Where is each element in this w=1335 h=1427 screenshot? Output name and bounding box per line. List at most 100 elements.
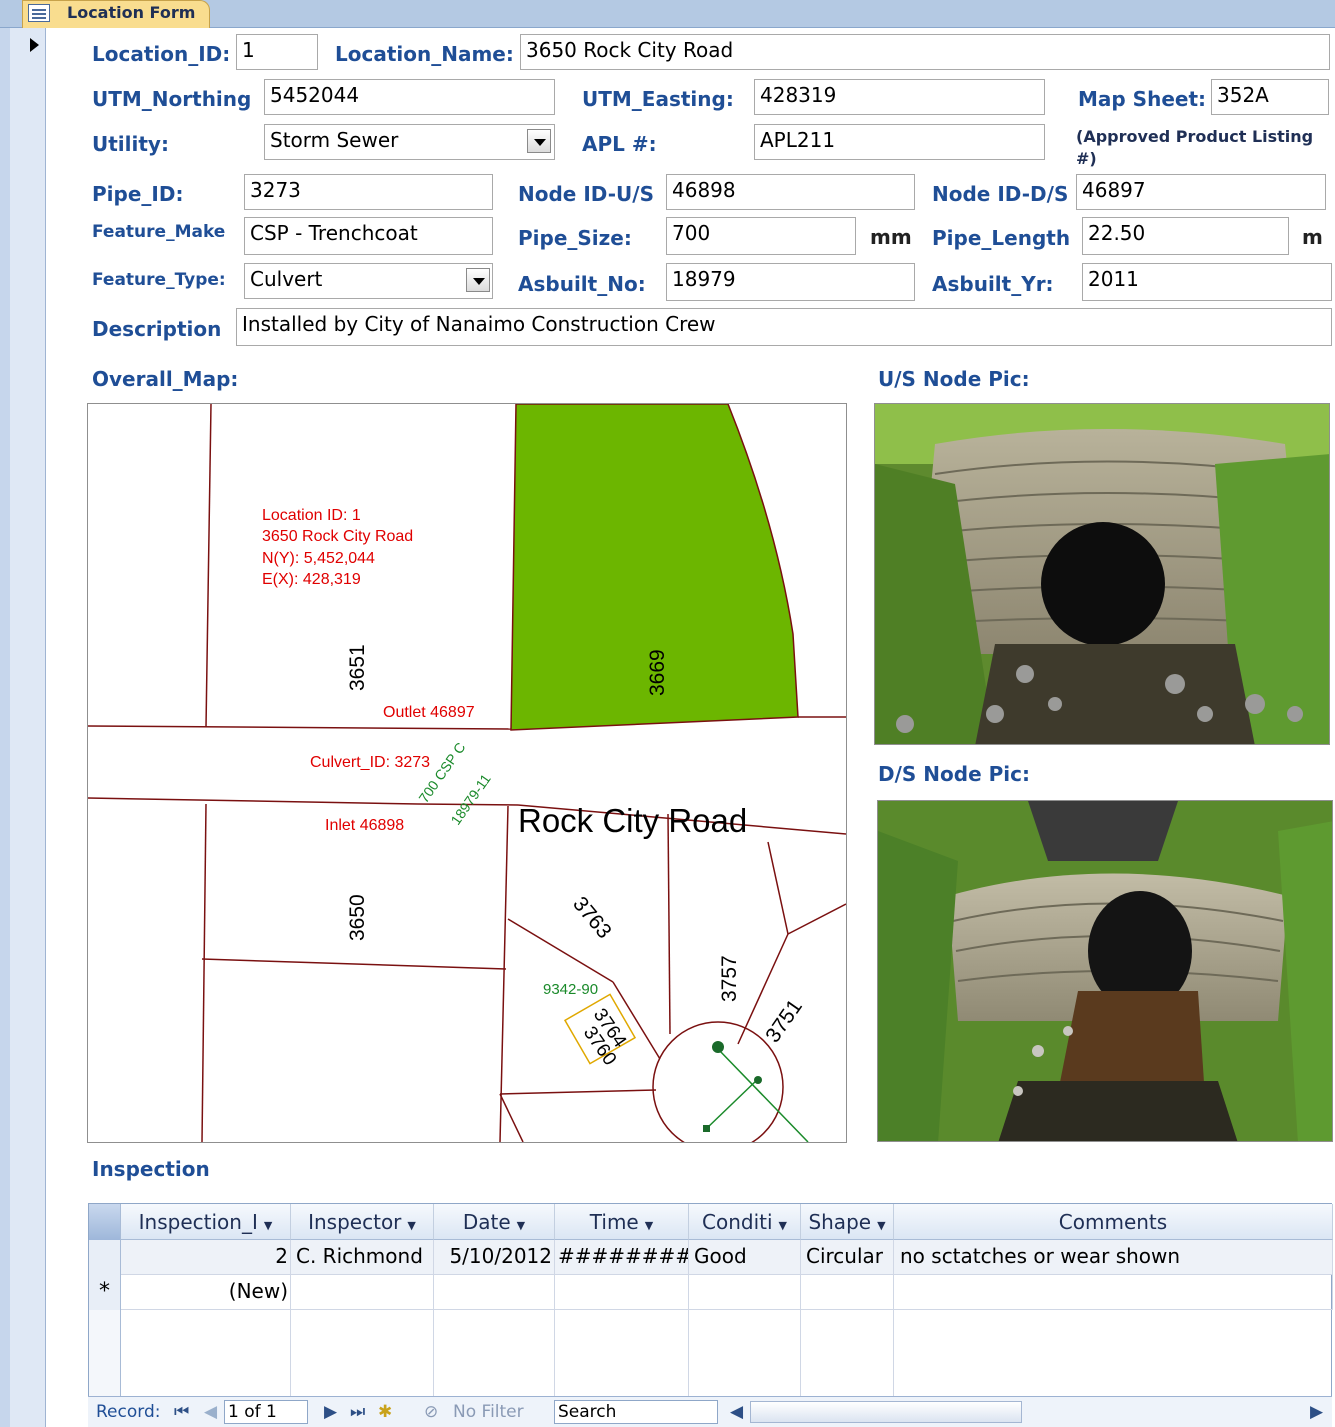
pipe-size-unit: mm [870,225,912,249]
cell-condition[interactable]: Good [689,1240,801,1275]
scroll-right-icon[interactable]: ▶ [1310,1402,1323,1422]
utm-northing-field[interactable]: 5452044 [264,79,555,115]
asbuilt-no-field[interactable]: 18979 [666,263,915,301]
lot-id-3651: 3651 [346,644,369,691]
row-selector[interactable] [89,1240,121,1275]
empty-column-cell [291,1310,434,1396]
new-record-marker[interactable]: * [89,1275,121,1310]
col-shape[interactable]: Shape ▼ [801,1204,894,1240]
asbuilt-no-label: Asbuilt_No: [518,272,646,296]
description-label: Description [92,317,222,341]
empty-row-area [89,1310,121,1396]
horizontal-scrollbar-thumb[interactable] [750,1401,1022,1423]
first-record-icon[interactable]: ⏮ [174,1402,189,1422]
outlet-label: Outlet 46897 [383,704,475,721]
new-record-icon[interactable]: ✱ [378,1402,392,1422]
us-node-pic-label: U/S Node Pic: [878,367,1030,391]
cell-shape[interactable]: Circular [801,1240,894,1275]
current-record-arrow-icon [30,38,39,52]
pipe-id-field[interactable]: 3273 [244,174,493,210]
feature-type-combobox[interactable]: Culvert [244,263,493,299]
lot-id-3669: 3669 [646,649,669,696]
feature-make-field[interactable]: CSP - Trenchcoat [244,217,493,255]
location-name-field[interactable]: 3650 Rock City Road [520,34,1330,70]
location-id-field[interactable]: 1 [236,34,318,70]
col-date[interactable]: Date ▼ [434,1204,555,1240]
feature-type-dropdown-icon[interactable] [466,268,490,292]
inlet-label: Inlet 46898 [325,817,404,834]
pipe-node [754,1076,762,1084]
overall-map-image: Location ID: 1 3650 Rock City Road N(Y):… [87,403,847,1143]
record-navigation-bar: Record: ⏮ ◀ 1 of 1 ▶ ⏭ ✱ ⊘ No Filter Sea… [88,1396,1332,1427]
map-svg: Location ID: 1 3650 Rock City Road N(Y):… [88,404,846,1142]
plan-number-label: 9342-90 [543,981,598,998]
empty-column-cell [689,1310,801,1396]
catch-basin-node [703,1125,710,1132]
current-record-field[interactable]: 1 of 1 [224,1400,308,1424]
last-record-icon[interactable]: ⏭ [350,1402,365,1422]
ds-node-pic-label: D/S Node Pic: [878,762,1030,786]
previous-record-icon[interactable]: ◀ [204,1402,217,1422]
form-icon [28,4,50,22]
empty-column-cell [121,1310,291,1396]
empty-column-cell [555,1310,689,1396]
apl-field[interactable]: APL211 [754,124,1045,160]
new-row-comments[interactable] [894,1275,1333,1310]
svg-text:Location ID: 1: Location ID: 1 [262,507,361,524]
culvert-label: Culvert_ID: 3273 [310,754,430,771]
pipe-length-label: Pipe_Length [932,226,1071,250]
cell-time[interactable]: ########### [555,1240,689,1275]
select-all-corner[interactable] [89,1204,121,1240]
empty-column-cell [801,1310,894,1396]
inspection-label: Inspection [92,1157,210,1181]
utm-easting-field[interactable]: 428319 [754,79,1045,115]
utm-easting-label: UTM_Easting: [582,87,734,111]
new-row-time[interactable] [555,1275,689,1310]
new-row-shape[interactable] [801,1275,894,1310]
no-filter-button[interactable]: No Filter [453,1402,524,1422]
col-comments[interactable]: Comments [894,1204,1333,1240]
record-label: Record: [96,1402,161,1422]
lot-id-3757: 3757 [718,955,741,1002]
inspection-datasheet: Inspection_I ▼ Inspector ▼ Date ▼ Time ▼ Con… [88,1203,1333,1427]
scroll-left-icon[interactable]: ◀ [730,1402,743,1422]
cell-inspection-id[interactable]: 2 [121,1240,291,1275]
ds-node-photo [877,800,1333,1142]
search-box[interactable]: Search [554,1400,718,1424]
cell-inspector[interactable]: C. Richmond [291,1240,434,1275]
next-record-icon[interactable]: ▶ [324,1402,337,1422]
cell-date[interactable]: 5/10/2012 [434,1240,555,1275]
col-inspector[interactable]: Inspector ▼ [291,1204,434,1240]
utility-label: Utility: [92,132,169,156]
pipe-length-field[interactable]: 22.50 [1082,217,1289,255]
cell-comments[interactable]: no sctatches or wear shown [894,1240,1333,1275]
col-inspection-id[interactable]: Inspection_I ▼ [121,1204,291,1240]
manhole-node [712,1041,724,1053]
record-selector-edge [0,28,10,1427]
map-sheet-field[interactable]: 352A [1211,79,1329,115]
pipe-size-field[interactable]: 700 [666,217,856,255]
tab-location-form[interactable]: Location Form [22,0,210,28]
new-row-date[interactable] [434,1275,555,1310]
col-condition[interactable]: Conditi ▼ [689,1204,801,1240]
node-us-field[interactable]: 46898 [666,174,915,210]
new-row-inspector[interactable] [291,1275,434,1310]
new-row-condition[interactable] [689,1275,801,1310]
feature-type-label: Feature_Type: [92,270,226,290]
utility-combobox[interactable]: Storm Sewer [264,124,555,160]
location-id-label: Location_ID: [92,42,231,66]
utility-dropdown-icon[interactable] [527,129,551,153]
description-field[interactable]: Installed by City of Nanaimo Constructio… [236,308,1332,346]
map-sheet-label: Map Sheet: [1078,87,1207,111]
svg-text:3650 Rock City Road: 3650 Rock City Road [262,528,413,545]
pipe-length-unit: m [1302,225,1323,249]
node-ds-field[interactable]: 46897 [1076,174,1326,210]
node-ds-label: Node ID-D/S [932,182,1069,206]
asbuilt-yr-field[interactable]: 2011 [1082,263,1332,301]
road-label: Rock City Road [518,802,747,839]
utm-northing-label: UTM_Northing [92,87,252,111]
no-filter-icon[interactable]: ⊘ [424,1402,438,1422]
new-row-id[interactable]: (New) [121,1275,291,1310]
asbuilt-yr-label: Asbuilt_Yr: [932,272,1054,296]
col-time[interactable]: Time ▼ [555,1204,689,1240]
